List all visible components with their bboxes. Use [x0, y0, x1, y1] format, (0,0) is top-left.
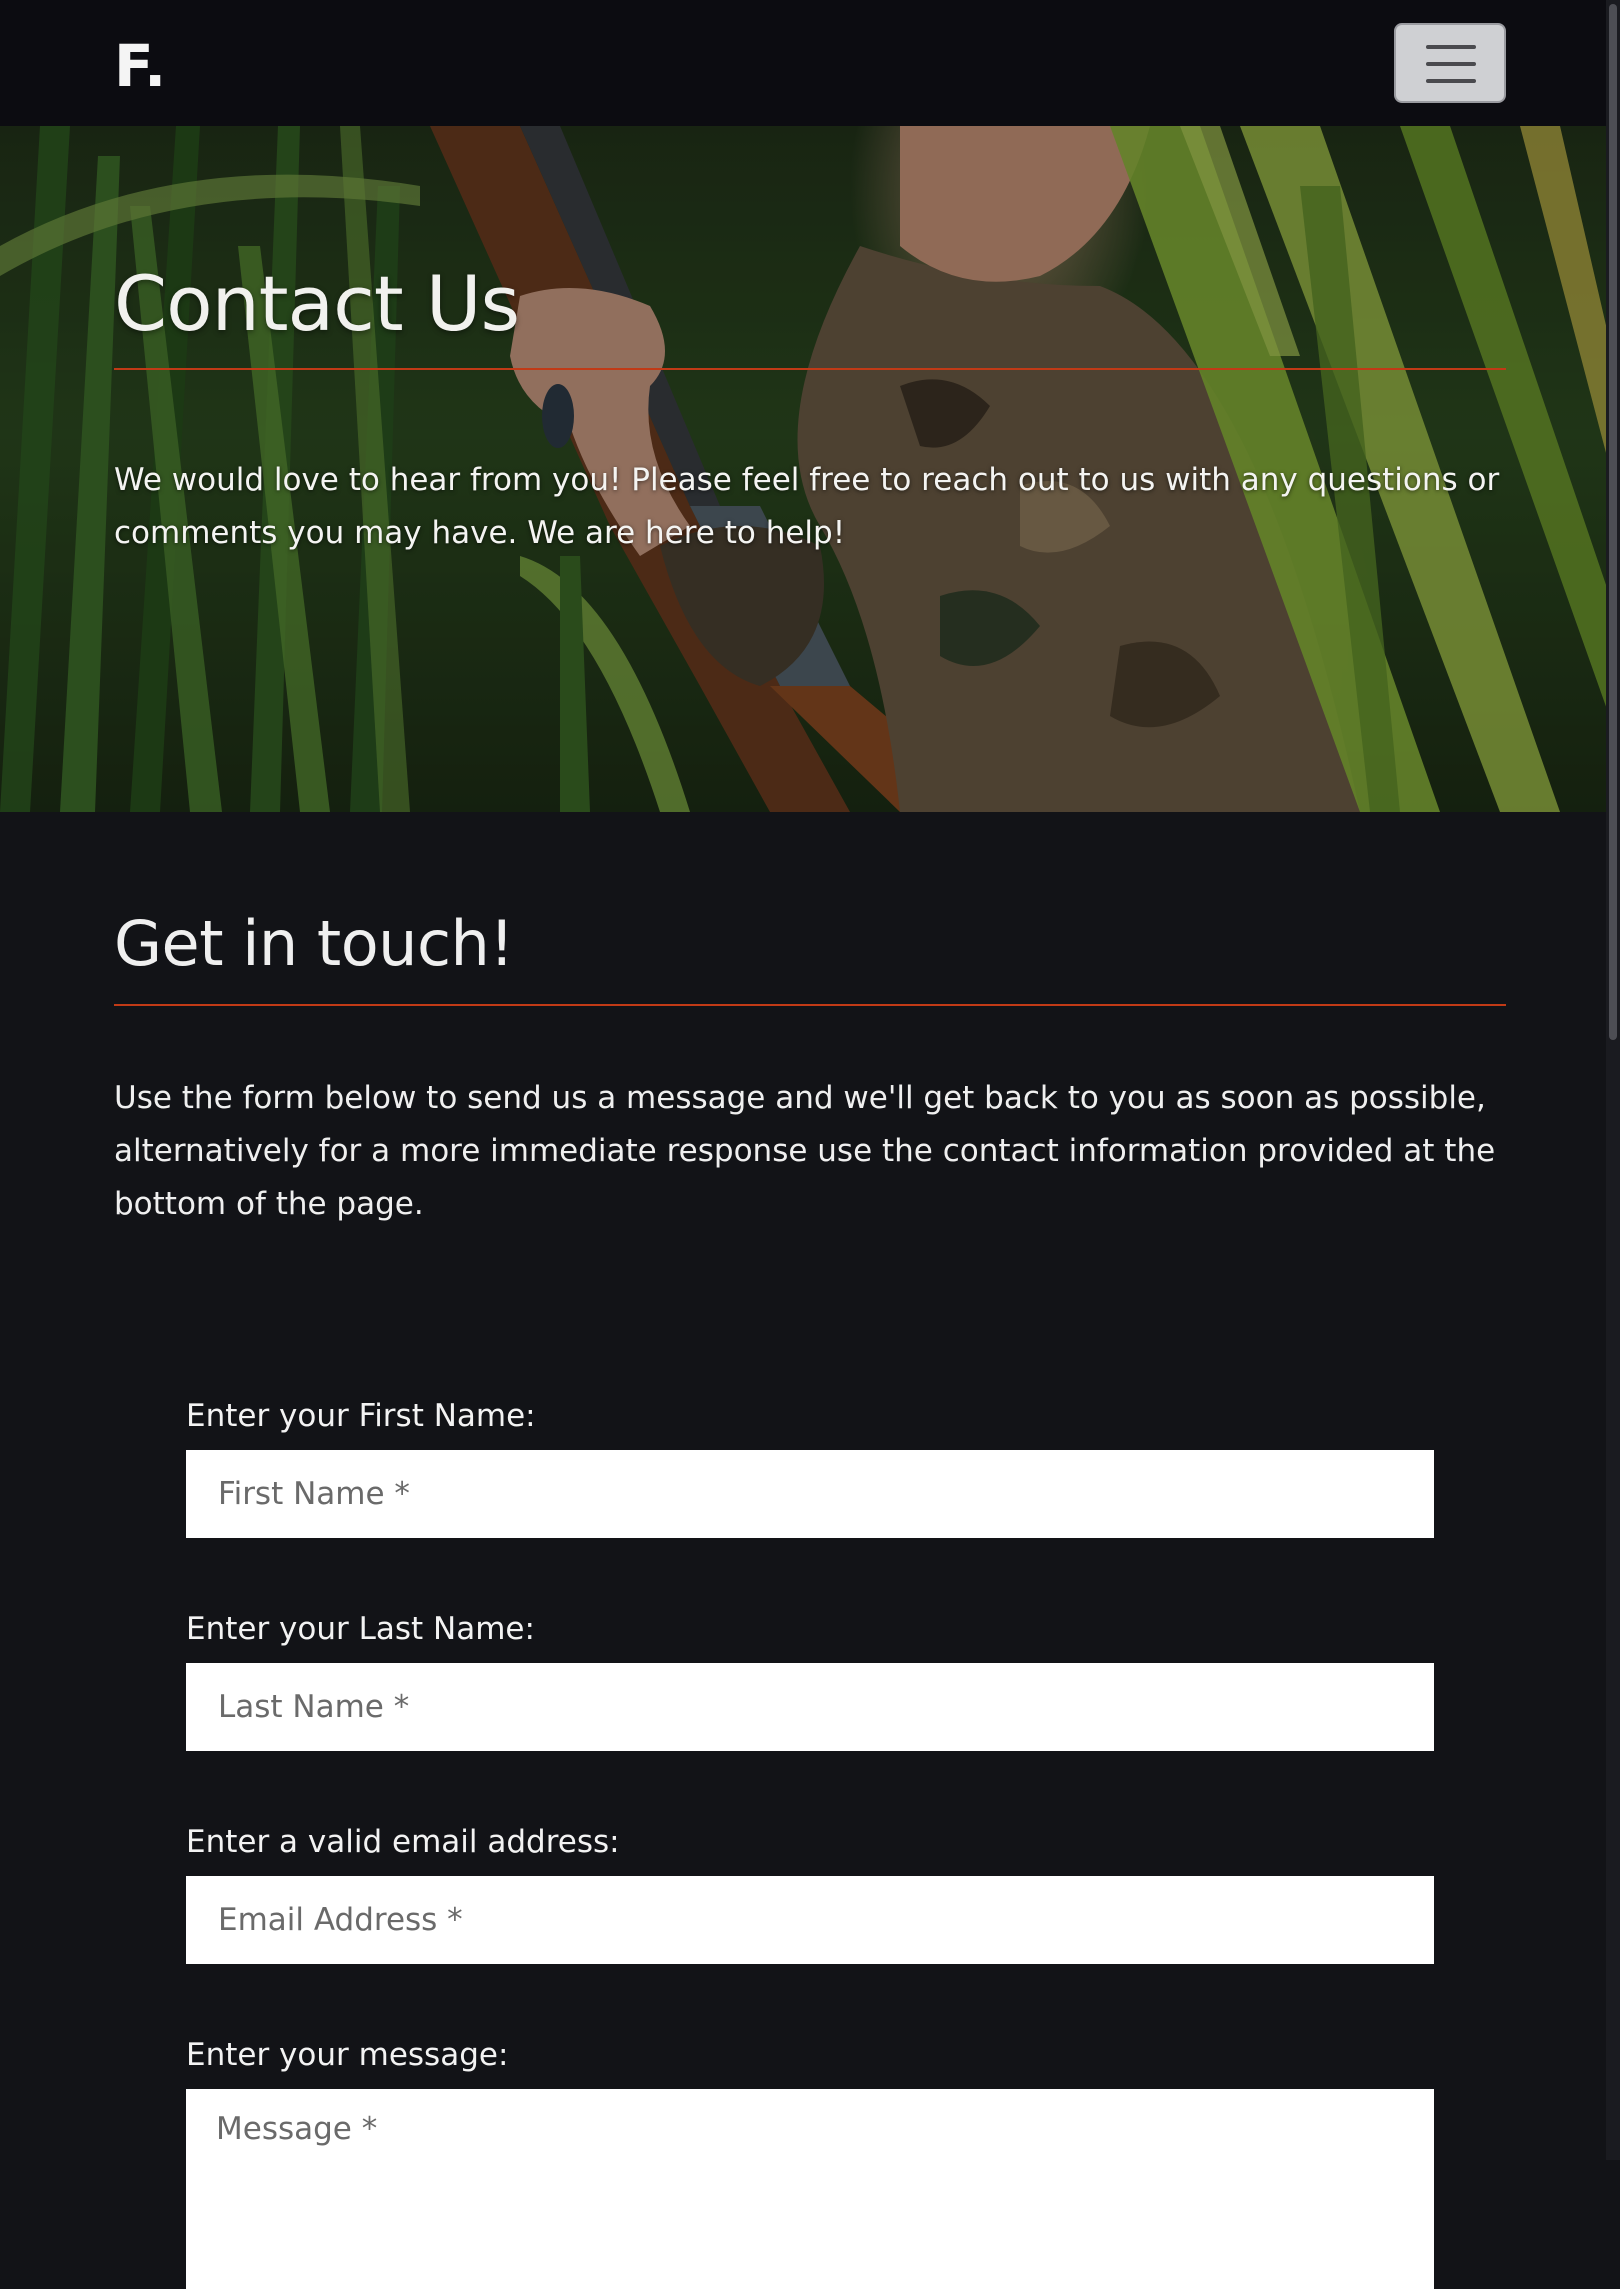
page-title: Contact Us: [114, 259, 520, 348]
scrollbar-thumb[interactable]: [1609, 4, 1617, 1040]
email-input[interactable]: [186, 1876, 1434, 1964]
last-name-label: Enter your Last Name:: [186, 1611, 535, 1647]
first-name-input[interactable]: [186, 1450, 1434, 1538]
section-description: Use the form below to send us a message …: [114, 1080, 1496, 1222]
email-group: Enter a valid email address:: [186, 1822, 1434, 1964]
section-title: Get in touch!: [114, 907, 514, 980]
section-divider: [114, 1004, 1506, 1006]
last-name-input[interactable]: [186, 1663, 1434, 1751]
hero-description: We would love to hear from you! Please f…: [114, 462, 1500, 551]
message-label: Enter your message:: [186, 2037, 509, 2073]
email-label: Enter a valid email address:: [186, 1824, 620, 1860]
first-name-label: Enter your First Name:: [186, 1398, 536, 1434]
title-divider: [114, 368, 1506, 370]
navbar: F.: [0, 0, 1620, 126]
menu-toggle-button[interactable]: [1394, 23, 1506, 103]
last-name-group: Enter your Last Name:: [186, 1609, 1434, 1751]
message-group: Enter your message:: [186, 2035, 1434, 2289]
first-name-group: Enter your First Name:: [186, 1396, 1434, 1538]
brand-logo[interactable]: F.: [114, 32, 166, 100]
message-textarea[interactable]: [186, 2089, 1434, 2289]
page-scrollbar[interactable]: [1606, 0, 1620, 2160]
hero-banner: Contact Us We would love to hear from yo…: [0, 126, 1620, 812]
